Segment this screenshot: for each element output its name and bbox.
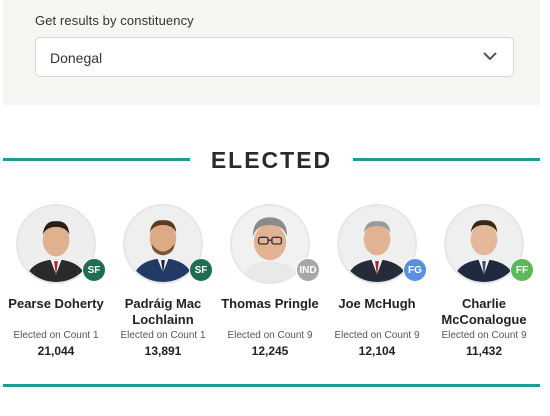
filter-label: Get results by constituency <box>35 13 194 28</box>
candidate-card[interactable]: FG Joe McHugh Elected on Count 9 12,104 <box>323 204 431 364</box>
vote-total: 12,245 <box>251 344 289 358</box>
constituency-select-value: Donegal <box>50 50 103 66</box>
constituency-filter-panel: Get results by constituency Donegal <box>3 0 540 105</box>
candidate-name: Pearse Doherty <box>8 296 104 311</box>
heading-rule-left <box>3 158 190 161</box>
candidate-name: Padráig Mac Lochlainn <box>124 296 202 327</box>
section-heading: ELECTED <box>0 147 550 177</box>
candidate-card[interactable]: FF Charlie McConalogue Elected on Count … <box>430 204 538 364</box>
chevron-down-icon <box>483 52 497 61</box>
heading-rule-right <box>353 158 540 161</box>
candidate-card[interactable]: SF Pearse Doherty Elected on Count 1 21,… <box>2 204 110 364</box>
candidate-card[interactable]: IND Thomas Pringle Elected on Count 9 12… <box>216 204 324 364</box>
party-badge: FG <box>403 258 427 282</box>
elected-count: Elected on Count 1 <box>13 330 99 341</box>
party-badge: SF <box>82 258 106 282</box>
candidate-card[interactable]: SF Padráig Mac Lochlainn Elected on Coun… <box>109 204 217 364</box>
elected-count: Elected on Count 9 <box>441 330 527 341</box>
vote-total: 13,891 <box>144 344 182 358</box>
elected-count: Elected on Count 9 <box>334 330 420 341</box>
candidate-name: Joe McHugh <box>338 296 416 311</box>
bottom-divider <box>3 384 540 387</box>
party-badge: SF <box>189 258 213 282</box>
vote-total: 11,432 <box>465 344 503 358</box>
candidate-name: Charlie McConalogue <box>441 296 527 327</box>
constituency-select[interactable]: Donegal <box>35 37 514 77</box>
elected-candidates-list: SF Pearse Doherty Elected on Count 1 21,… <box>2 204 542 364</box>
candidate-name: Thomas Pringle <box>221 296 319 311</box>
vote-total: 21,044 <box>37 344 75 358</box>
party-badge: IND <box>296 258 320 282</box>
elected-count: Elected on Count 1 <box>120 330 206 341</box>
party-badge: FF <box>510 258 534 282</box>
elected-count: Elected on Count 9 <box>227 330 313 341</box>
elected-heading: ELECTED <box>210 147 333 173</box>
vote-total: 12,104 <box>358 344 396 358</box>
